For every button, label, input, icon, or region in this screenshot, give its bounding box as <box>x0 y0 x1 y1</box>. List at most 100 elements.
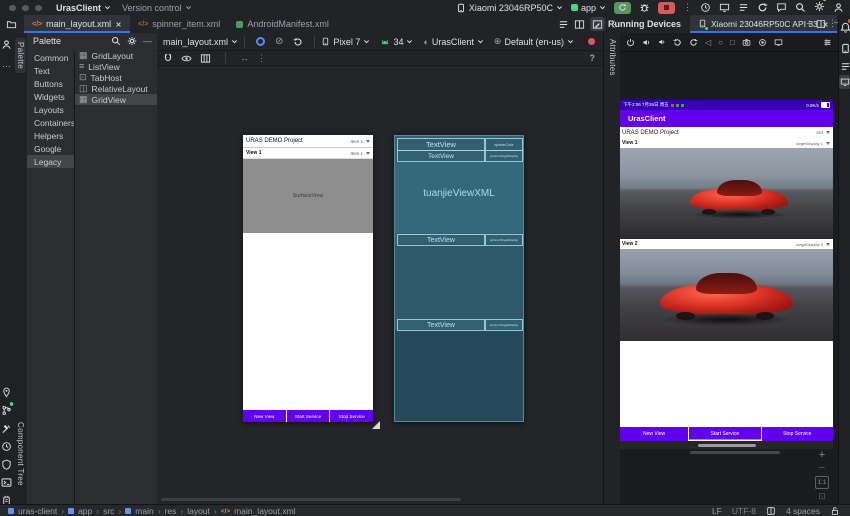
rerun-button[interactable] <box>614 2 631 14</box>
debug-icon[interactable] <box>639 2 650 13</box>
tab-android-manifest[interactable]: AndroidManifest.xml <box>228 15 337 33</box>
margins-icon[interactable]: ↔ <box>240 53 249 63</box>
palette-category-containers[interactable]: Containers <box>27 116 74 129</box>
device-settings-icon[interactable] <box>823 38 832 47</box>
palette-item-gridlayout[interactable]: ▦ GridLayout <box>75 50 157 61</box>
panel-layout-icon[interactable] <box>816 19 826 29</box>
window-zoom-button[interactable] <box>35 5 42 12</box>
volume-up-icon[interactable] <box>642 38 651 47</box>
hide-palette-icon[interactable]: — <box>143 36 152 46</box>
zoom-in-button[interactable]: + <box>814 449 830 462</box>
design-mode-button[interactable] <box>590 17 605 31</box>
palette-category-widgets[interactable]: Widgets <box>27 90 74 103</box>
palette-item-relativelayout[interactable]: ◫ RelativeLayout <box>75 83 157 94</box>
record-screen-icon[interactable] <box>758 38 767 47</box>
back-icon[interactable]: ◁ <box>705 38 711 47</box>
device-start-service-button[interactable]: Start Service <box>689 427 760 441</box>
power-icon[interactable] <box>626 38 635 47</box>
palette-category-google[interactable]: Google <box>27 142 74 155</box>
palette-vertical-tab[interactable]: Palette <box>15 38 26 73</box>
device-stop-service-button[interactable]: Stop Service <box>762 427 833 441</box>
zoom-reset-button[interactable]: 1:1 <box>815 476 829 489</box>
magnet-icon[interactable] <box>163 53 173 63</box>
device-picker[interactable]: Pixel 7 <box>321 37 370 47</box>
device-view2-spinner[interactable]: targetDisplay 2 <box>796 242 830 247</box>
structure-icon[interactable] <box>738 2 749 13</box>
palette-item-tabhost[interactable]: ⊡ TabHost <box>75 72 157 83</box>
breadcrumb-file[interactable]: main_layout.xml <box>234 506 295 516</box>
breadcrumb-src[interactable]: src <box>103 506 114 516</box>
add-device-tab-icon[interactable]: + <box>806 18 812 30</box>
split-mode-icon[interactable] <box>574 19 585 30</box>
breadcrumb-main[interactable]: main <box>135 506 153 516</box>
rotate-right-icon[interactable] <box>689 38 698 47</box>
window-close-button[interactable] <box>9 5 16 12</box>
palette-category-common[interactable]: Common <box>27 51 74 64</box>
tab-spinner-item[interactable]: </> spinner_item.xml <box>130 15 228 33</box>
palette-category-layouts[interactable]: Layouts <box>27 103 74 116</box>
blueprint-spinner-target-1[interactable]: spinnerTargetDisplay <box>485 150 523 162</box>
preview-start-service-button[interactable]: Start Service <box>287 410 330 422</box>
device-gesture-bar[interactable] <box>620 441 833 449</box>
preview-header-spinner[interactable]: Item 1 <box>350 139 370 144</box>
screenshot-icon[interactable] <box>742 38 751 47</box>
preview-new-view-button[interactable]: New View <box>243 410 286 422</box>
blueprint-textview-4[interactable]: TextView <box>397 319 485 331</box>
search-icon[interactable] <box>111 36 121 46</box>
device-manager-tool-icon[interactable] <box>840 41 850 59</box>
line-ending-indicator[interactable]: LF <box>712 506 722 516</box>
design-surface-icon[interactable] <box>256 37 265 46</box>
app-insights-tool-icon[interactable] <box>1 457 12 475</box>
blueprint-spinner-target-2[interactable]: spinnerTargetDisplay <box>485 234 523 246</box>
home-icon[interactable]: ○ <box>718 38 723 47</box>
encoding-indicator[interactable]: UTF-8 <box>732 506 756 516</box>
api-picker[interactable]: 34 <box>380 37 413 47</box>
breadcrumb-res[interactable]: res <box>165 506 177 516</box>
blueprint-textview-3[interactable]: TextView <box>397 234 485 246</box>
device-color-spinner[interactable]: red <box>816 130 830 135</box>
code-mode-icon[interactable] <box>558 19 569 30</box>
palette-category-helpers[interactable]: Helpers <box>27 129 74 142</box>
stop-button[interactable] <box>658 2 675 14</box>
window-minimize-button[interactable] <box>22 5 29 12</box>
displays-icon[interactable] <box>774 38 783 47</box>
project-tool-icon[interactable] <box>1 39 12 50</box>
preview-view1-spinner[interactable]: Item 1 <box>350 151 370 156</box>
breadcrumb-app[interactable]: app <box>78 506 92 516</box>
design-preview-frame[interactable]: URAS DEMO Project Item 1 View 1 Item 1 S… <box>243 135 373 422</box>
palette-category-text[interactable]: Text <box>27 64 74 77</box>
night-mode-icon[interactable]: ⊘ <box>275 36 283 47</box>
palette-item-gridview[interactable]: ▦ GridView <box>75 94 157 105</box>
breadcrumb-layout[interactable]: layout <box>187 506 210 516</box>
breadcrumb-project[interactable]: uras-client <box>18 506 57 516</box>
project-menu[interactable]: UrasClient <box>56 1 111 14</box>
profiler-icon[interactable] <box>700 2 711 13</box>
build-tool-icon[interactable] <box>1 421 12 439</box>
palette-item-listview[interactable]: ≡ ListView <box>75 61 157 72</box>
more-tools-icon[interactable]: ⋯ <box>2 61 12 72</box>
unlock-icon[interactable] <box>830 506 840 516</box>
canvas-hscrollbar[interactable] <box>161 498 461 501</box>
component-tree-vertical-tab[interactable]: Component Tree <box>15 418 26 490</box>
guidelines-icon[interactable] <box>200 53 211 64</box>
indent-indicator[interactable]: 4 spaces <box>786 506 820 516</box>
close-icon[interactable] <box>115 21 122 28</box>
recents-icon[interactable]: □ <box>730 38 735 47</box>
device-mirror-icon[interactable] <box>719 2 730 13</box>
device-screen[interactable]: 下午2:06 7月26日 周五 0.9K/s UrasClient URAS D… <box>620 100 833 449</box>
preview-surfaceview[interactable]: SurfaceView <box>243 159 373 233</box>
constraints-icon[interactable]: ⋮ <box>257 53 266 64</box>
theme-picker[interactable]: ◐ UrasClient <box>423 37 483 47</box>
folder-icon[interactable] <box>6 19 17 30</box>
device-new-view-button[interactable]: New View <box>620 427 688 441</box>
more-run-actions-icon[interactable]: ⋮ <box>683 3 692 12</box>
device-surface-1[interactable] <box>620 148 833 239</box>
gear-icon[interactable] <box>127 36 137 46</box>
search-icon[interactable] <box>795 2 806 13</box>
avatar-icon[interactable] <box>833 2 844 13</box>
device-selector[interactable]: Xiaomi 23046RP50C <box>456 3 563 13</box>
rotate-left-icon[interactable] <box>673 38 682 47</box>
locale-picker[interactable]: ⊕ Default (en-us) <box>494 36 574 47</box>
blueprint-frame[interactable]: TextView spinnerColor TextView spinnerTa… <box>394 135 524 422</box>
notifications-icon[interactable] <box>840 20 850 38</box>
